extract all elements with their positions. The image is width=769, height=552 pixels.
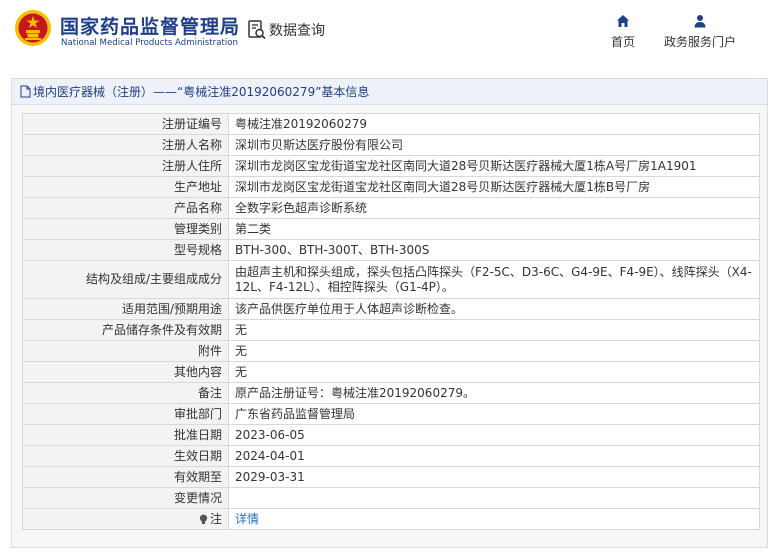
table-row: 其他内容无: [22, 361, 760, 383]
detail-panel: 境内医疗器械（注册）——“粤械注准20192060279”基本信息 注册证编号粤…: [11, 78, 768, 548]
table-row: 产品储存条件及有效期无: [22, 319, 760, 341]
field-value: 无: [228, 319, 760, 341]
site-title[interactable]: 国家药品监督管理局: [60, 12, 240, 39]
breadcrumb-text: 境内医疗器械（注册）——“粤械注准20192060279”基本信息: [33, 85, 370, 99]
field-label: 批准日期: [22, 424, 229, 446]
note-label-cell: 注: [22, 508, 229, 530]
table-row: 备注 原产品注册证号：粤械注准20192060279。: [22, 382, 760, 404]
table-row: 附件无: [22, 340, 760, 362]
field-value: 深圳市龙岗区宝龙街道宝龙社区南同大道28号贝斯达医疗器械大厦1栋B号厂房: [228, 176, 760, 198]
field-value: 由超声主机和探头组成，探头包括凸阵探头（F2-5C、D3-6C、G4-9E、F4…: [228, 260, 760, 299]
data-query-link[interactable]: 数据查询: [247, 19, 325, 41]
data-query-label: 数据查询: [269, 23, 325, 39]
field-value: 2029-03-31: [228, 466, 760, 488]
field-label: 结构及组成/主要组成成分: [22, 260, 229, 299]
field-value: 广东省药品监督管理局: [228, 403, 760, 425]
lightbulb-icon: [199, 514, 208, 524]
field-label: 生效日期: [22, 445, 229, 467]
field-value: BTH-300、BTH-300T、BTH-300S: [228, 239, 760, 261]
table-row: 结构及组成/主要组成成分 由超声主机和探头组成，探头包括凸阵探头（F2-5C、D3…: [22, 260, 760, 299]
field-label: 注册证编号: [22, 113, 229, 135]
field-label: 有效期至: [22, 466, 229, 488]
field-label: 注册人名称: [22, 134, 229, 156]
document-icon: [20, 85, 31, 98]
field-value: 2024-04-01: [228, 445, 760, 467]
table-row: 产品名称 全数字彩色超声诊断系统: [22, 197, 760, 219]
field-value: 无: [228, 340, 760, 362]
nav-home-label: 首页: [610, 35, 635, 49]
table-row: 注册证编号 粤械注准20192060279: [22, 113, 760, 135]
table-row: 有效期至 2029-03-31: [22, 466, 760, 488]
field-label: 其他内容: [22, 361, 229, 383]
note-label: 注: [209, 511, 222, 526]
user-icon: [694, 15, 706, 28]
table-row: 型号规格 BTH-300、BTH-300T、BTH-300S: [22, 239, 760, 261]
field-value: 全数字彩色超声诊断系统: [228, 197, 760, 219]
table-row: 批准日期 2023-06-05: [22, 424, 760, 446]
field-label: 变更情况: [22, 487, 229, 509]
home-icon: [617, 15, 629, 27]
details-link[interactable]: 详情: [235, 512, 259, 526]
national-emblem-logo[interactable]: [14, 9, 52, 47]
breadcrumb: 境内医疗器械（注册）——“粤械注准20192060279”基本信息: [12, 79, 767, 105]
field-label: 型号规格: [22, 239, 229, 261]
table-row: 管理类别 第二类: [22, 218, 760, 240]
table-row: 注册人名称 深圳市贝斯达医疗股份有限公司: [22, 134, 760, 156]
field-label: 生产地址: [22, 176, 229, 198]
field-value: 原产品注册证号：粤械注准20192060279。: [228, 382, 760, 404]
note-value-cell: 详情: [228, 508, 760, 530]
field-label: 注册人住所: [22, 155, 229, 177]
field-label: 产品储存条件及有效期: [22, 319, 229, 341]
site-subtitle: National Medical Products Administration: [61, 38, 238, 48]
field-label: 附件: [22, 340, 229, 362]
table-row: 注册人住所 深圳市龙岗区宝龙街道宝龙社区南同大道28号贝斯达医疗器械大厦1栋A号厂…: [22, 155, 760, 177]
table-row: 审批部门 广东省药品监督管理局: [22, 403, 760, 425]
table-row: 生效日期 2024-04-01: [22, 445, 760, 467]
table-row-note: 注 详情: [22, 508, 760, 530]
nav-service-portal[interactable]: 政务服务门户: [658, 14, 742, 50]
field-value: 无: [228, 361, 760, 383]
field-value: 第二类: [228, 218, 760, 240]
site-header: 国家药品监督管理局 National Medical Products Admi…: [0, 0, 769, 66]
nav-service-portal-label: 政务服务门户: [663, 35, 736, 49]
device-info-table: 注册证编号 粤械注准20192060279 注册人名称 深圳市贝斯达医疗股份有限公司…: [22, 113, 760, 530]
nav-home[interactable]: 首页: [601, 14, 645, 50]
field-value: [228, 487, 760, 509]
field-value: 该产品供医疗单位用于人体超声诊断检查。: [228, 298, 760, 320]
document-search-icon: [248, 20, 266, 40]
field-value: 深圳市龙岗区宝龙街道宝龙社区南同大道28号贝斯达医疗器械大厦1栋A号厂房1A19…: [228, 155, 760, 177]
field-value: 深圳市贝斯达医疗股份有限公司: [228, 134, 760, 156]
field-value: 2023-06-05: [228, 424, 760, 446]
field-value: 粤械注准20192060279: [228, 113, 760, 135]
field-label: 产品名称: [22, 197, 229, 219]
table-row: 适用范围/预期用途 该产品供医疗单位用于人体超声诊断检查。: [22, 298, 760, 320]
field-label: 管理类别: [22, 218, 229, 240]
field-label: 适用范围/预期用途: [22, 298, 229, 320]
field-label: 审批部门: [22, 403, 229, 425]
table-row: 生产地址 深圳市龙岗区宝龙街道宝龙社区南同大道28号贝斯达医疗器械大厦1栋B号厂房: [22, 176, 760, 198]
field-label: 备注: [22, 382, 229, 404]
table-row: 变更情况: [22, 487, 760, 509]
